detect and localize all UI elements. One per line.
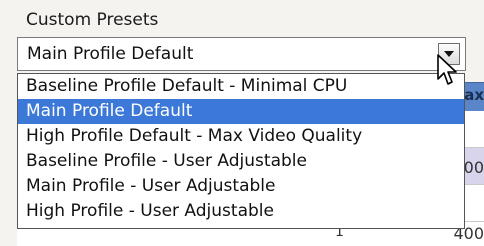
presets-dropdown-list: Baseline Profile Default - Minimal CPU M… — [17, 73, 465, 229]
option-high-default[interactable]: High Profile Default - Max Video Quality — [18, 124, 464, 149]
option-high-user[interactable]: High Profile - User Adjustable — [18, 199, 464, 224]
custom-presets-label: Custom Presets — [26, 10, 159, 30]
mouse-pointer-icon — [437, 54, 457, 85]
combobox-selected-value: Main Profile Default — [27, 44, 194, 64]
custom-presets-panel: Custom Presets Max 400 1 400 Main Profil… — [0, 0, 484, 246]
option-main-default[interactable]: Main Profile Default — [18, 99, 464, 124]
option-baseline-default[interactable]: Baseline Profile Default - Minimal CPU — [18, 74, 464, 99]
option-main-user[interactable]: Main Profile - User Adjustable — [18, 174, 464, 199]
custom-presets-combobox[interactable]: Main Profile Default — [17, 37, 466, 71]
option-baseline-user[interactable]: Baseline Profile - User Adjustable — [18, 149, 464, 174]
